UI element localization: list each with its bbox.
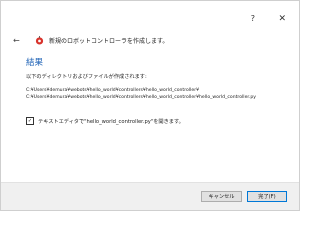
cancel-button[interactable]: キャンセル <box>201 191 242 202</box>
controller-directory-path: C:¥Users¥demura¥webots¥hello_world¥contr… <box>26 88 200 93</box>
help-button[interactable]: ? <box>251 15 255 23</box>
checkmark-icon: ✓ <box>27 117 33 124</box>
wizard-header: ← 新規のロボットコントローラを作成します。 <box>13 34 287 46</box>
close-button[interactable]: ✕ <box>278 15 286 24</box>
result-heading: 結果 <box>26 58 44 68</box>
open-in-editor-label[interactable]: テキストエディタで"hello_world_controller.py"を開きま… <box>38 118 184 125</box>
dialog-footer: キャンセル 完了(F) <box>1 182 299 210</box>
back-arrow-icon[interactable]: ← <box>13 36 25 45</box>
result-message: 以下のディレクトリおよびファイルが作成されます: <box>26 74 147 80</box>
controller-file-path: C:¥Users¥demura¥webots¥hello_world¥contr… <box>26 95 256 100</box>
robot-icon <box>35 35 44 45</box>
open-in-editor-checkbox[interactable]: ✓ <box>26 117 34 125</box>
wizard-title: 新規のロボットコントローラを作成します。 <box>49 37 169 45</box>
open-in-editor-option[interactable]: ✓ テキストエディタで"hello_world_controller.py"を開… <box>26 117 184 125</box>
finish-button[interactable]: 完了(F) <box>247 191 287 202</box>
new-controller-wizard-dialog: ? ✕ ← 新規のロボットコントローラを作成します。 結果 以下のディレクトリお… <box>0 0 300 211</box>
